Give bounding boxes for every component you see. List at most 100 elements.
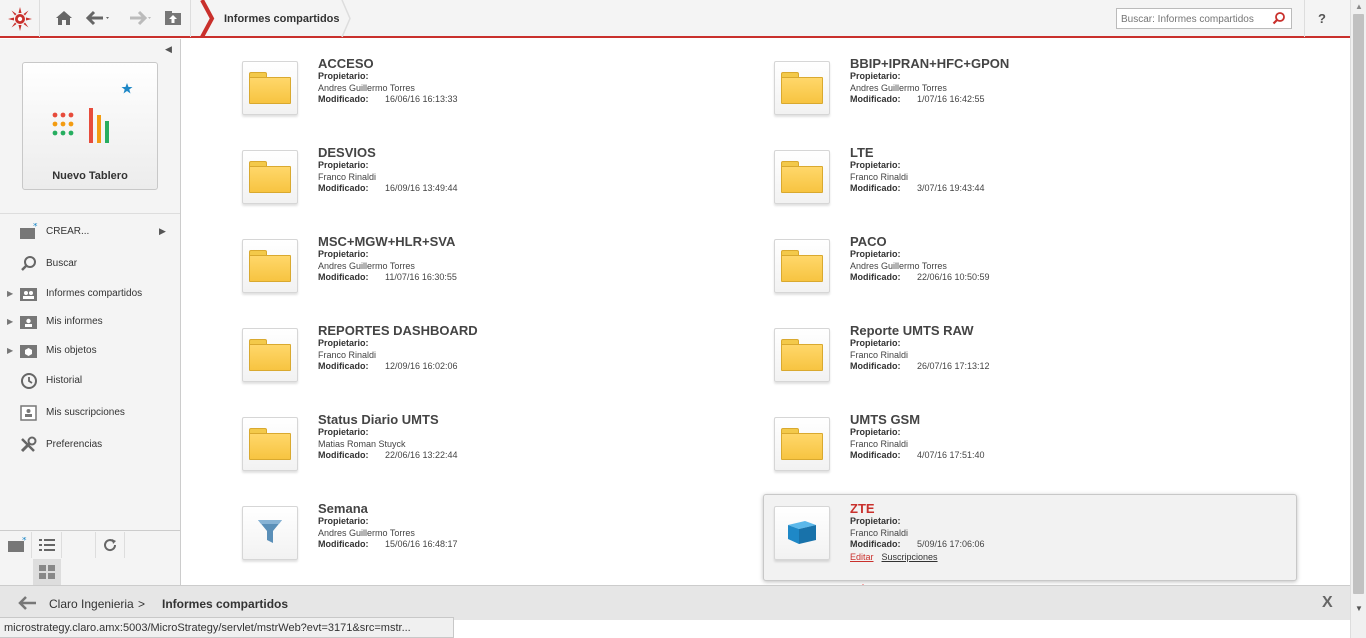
item-thumbnail[interactable] (242, 417, 298, 471)
new-dashboard-tile[interactable]: Nuevo Tablero (22, 62, 158, 190)
sidebar-item-preferences[interactable]: Preferencias (0, 433, 180, 457)
item-thumbnail[interactable] (242, 506, 298, 560)
folder-item[interactable]: ACCESO Propietario: Andres Guillermo Torre… (242, 56, 762, 136)
owner-value: Andres Guillermo Torres (850, 261, 947, 271)
search-icon[interactable] (1272, 11, 1286, 30)
expand-arrow-icon[interactable]: ▶ (7, 317, 13, 326)
item-thumbnail[interactable] (774, 61, 830, 115)
folder-icon (249, 250, 291, 282)
folder-item[interactable]: LTE Propietario: Franco Rinaldi Modificado:… (774, 145, 1294, 225)
filter-item[interactable]: Semana Propietario: Andres Guillermo Torre… (242, 501, 762, 581)
folder-item[interactable]: BBIP+IPRAN+HFC+GPON Propietario: Andres Gu… (774, 56, 1294, 136)
folder-item[interactable]: UMTS GSM Propietario: Franco Rinaldi Modifi… (774, 412, 1294, 492)
modified-label: Modificado: (318, 450, 369, 460)
expand-arrow-icon[interactable]: ▶ (7, 346, 13, 355)
item-name[interactable]: REPORTES DASHBOARD (318, 323, 478, 338)
item-thumbnail[interactable] (774, 239, 830, 293)
refresh-icon[interactable] (95, 532, 125, 558)
scroll-thumb[interactable] (1353, 14, 1364, 594)
sidebar-item-shared-reports[interactable]: ▶ Informes compartidos (0, 282, 180, 306)
up-folder-icon[interactable] (164, 8, 182, 28)
breadcrumb-parent-link[interactable]: Claro Ingenieria (49, 597, 134, 611)
item-name[interactable]: ACCESO (318, 56, 374, 71)
sidebar-item-label: Historial (46, 375, 83, 386)
sidebar-item-create[interactable]: * CREAR... ▶ (0, 220, 180, 244)
expand-arrow-icon[interactable]: ▶ (7, 289, 13, 298)
back-arrow-icon[interactable] (86, 8, 112, 28)
item-name[interactable]: Reporte UMTS RAW (850, 323, 974, 338)
owner-label: Propietario: (318, 249, 369, 259)
close-icon[interactable]: X (1322, 594, 1333, 612)
svg-text:*: * (33, 223, 38, 232)
modified-label: Modificado: (318, 539, 369, 549)
modified-label: Modificado: (318, 183, 369, 193)
owner-label: Propietario: (318, 516, 369, 526)
my-reports-icon (19, 313, 39, 336)
modified-value: 11/07/16 16:30:55 (385, 272, 457, 282)
search-input[interactable] (1117, 10, 1267, 29)
grid-view-icon[interactable] (33, 559, 61, 585)
microstrategy-logo-icon[interactable] (0, 0, 40, 37)
item-name[interactable]: Semana (318, 501, 368, 516)
item-thumbnail[interactable] (242, 328, 298, 382)
sidebar-item-history[interactable]: Historial (0, 369, 180, 393)
owner-value: Matias Roman Stuyck (318, 439, 406, 449)
folder-item[interactable]: PACO Propietario: Andres Guillermo Torres M… (774, 234, 1294, 314)
item-thumbnail[interactable] (774, 506, 830, 560)
folder-icon (781, 339, 823, 371)
forward-arrow-icon[interactable] (128, 8, 154, 28)
folder-item[interactable]: DESVIOS Propietario: Franco Rinaldi Modific… (242, 145, 762, 225)
folder-item[interactable]: REPORTES DASHBOARD Propietario: Franco Rin… (242, 323, 762, 403)
new-folder-icon[interactable]: * (2, 532, 32, 558)
list-view-icon[interactable] (32, 532, 62, 558)
search-box[interactable] (1116, 8, 1292, 29)
scroll-up-icon[interactable]: ▲ (1355, 2, 1363, 11)
subscriptions-icon (19, 404, 39, 427)
item-thumbnail[interactable] (774, 150, 830, 204)
sidebar-item-my-reports[interactable]: ▶ Mis informes (0, 310, 180, 334)
item-thumbnail[interactable] (774, 328, 830, 382)
back-arrow-icon[interactable] (18, 596, 38, 615)
sidebar-item-search[interactable]: Buscar (0, 252, 180, 276)
owner-value: Franco Rinaldi (318, 172, 377, 182)
sidebar-item-label: Mis objetos (46, 345, 97, 356)
owner-label: Propietario: (318, 71, 369, 81)
scroll-down-icon[interactable]: ▼ (1355, 604, 1363, 613)
modified-value: 15/06/16 16:48:17 (385, 539, 458, 549)
left-sidebar: ◀ Nuevo Tablero * CREAR... ▶ Buscar ▶ In… (0, 39, 181, 585)
item-name[interactable]: LTE (850, 145, 874, 160)
folder-item[interactable]: MSC+MGW+HLR+SVA Propietario: Andres Guille… (242, 234, 762, 314)
item-name[interactable]: UMTS GSM (850, 412, 920, 427)
sidebar-item-my-objects[interactable]: ▶ Mis objetos (0, 339, 180, 363)
edit-link[interactable]: Editar (850, 552, 874, 562)
folder-item[interactable]: Reporte UMTS RAW Propietario: Franco Rinal… (774, 323, 1294, 403)
sidebar-item-label: Mis informes (46, 316, 103, 327)
modified-value: 3/07/16 19:43:44 (917, 183, 985, 193)
item-name[interactable]: PACO (850, 234, 887, 249)
item-name[interactable]: BBIP+IPRAN+HFC+GPON (850, 56, 1009, 71)
folder-icon (781, 250, 823, 282)
help-button[interactable]: ? (1318, 11, 1326, 26)
item-thumbnail[interactable] (242, 150, 298, 204)
collapse-sidebar-icon[interactable]: ◀ (165, 44, 172, 55)
sidebar-item-subscriptions[interactable]: Mis suscripciones (0, 401, 180, 425)
item-thumbnail[interactable] (774, 417, 830, 471)
item-name[interactable]: MSC+MGW+HLR+SVA (318, 234, 455, 249)
subscriptions-link[interactable]: Suscripciones (882, 552, 938, 562)
item-thumbnail[interactable] (242, 61, 298, 115)
filter-icon (255, 516, 285, 551)
preferences-icon (19, 436, 39, 459)
top-toolbar: Informes compartidos ? (0, 0, 1350, 38)
owner-label: Propietario: (850, 516, 901, 526)
item-thumbnail[interactable] (242, 239, 298, 293)
item-name[interactable]: Status Diario UMTS (318, 412, 439, 427)
new-dashboard-label: Nuevo Tablero (52, 170, 128, 182)
item-name[interactable]: ZTE (850, 501, 875, 516)
vertical-scrollbar[interactable]: ▲ ▼ (1350, 0, 1366, 638)
page-title: Informes compartidos (224, 13, 340, 25)
modified-value: 12/09/16 16:02:06 (385, 361, 458, 371)
item-name[interactable]: DESVIOS (318, 145, 376, 160)
cube-item[interactable]: ZTE Propietario: Franco Rinaldi Modificado:… (774, 501, 1294, 581)
home-icon[interactable] (55, 8, 73, 28)
folder-item[interactable]: Status Diario UMTS Propietario: Matias Rom… (242, 412, 762, 492)
